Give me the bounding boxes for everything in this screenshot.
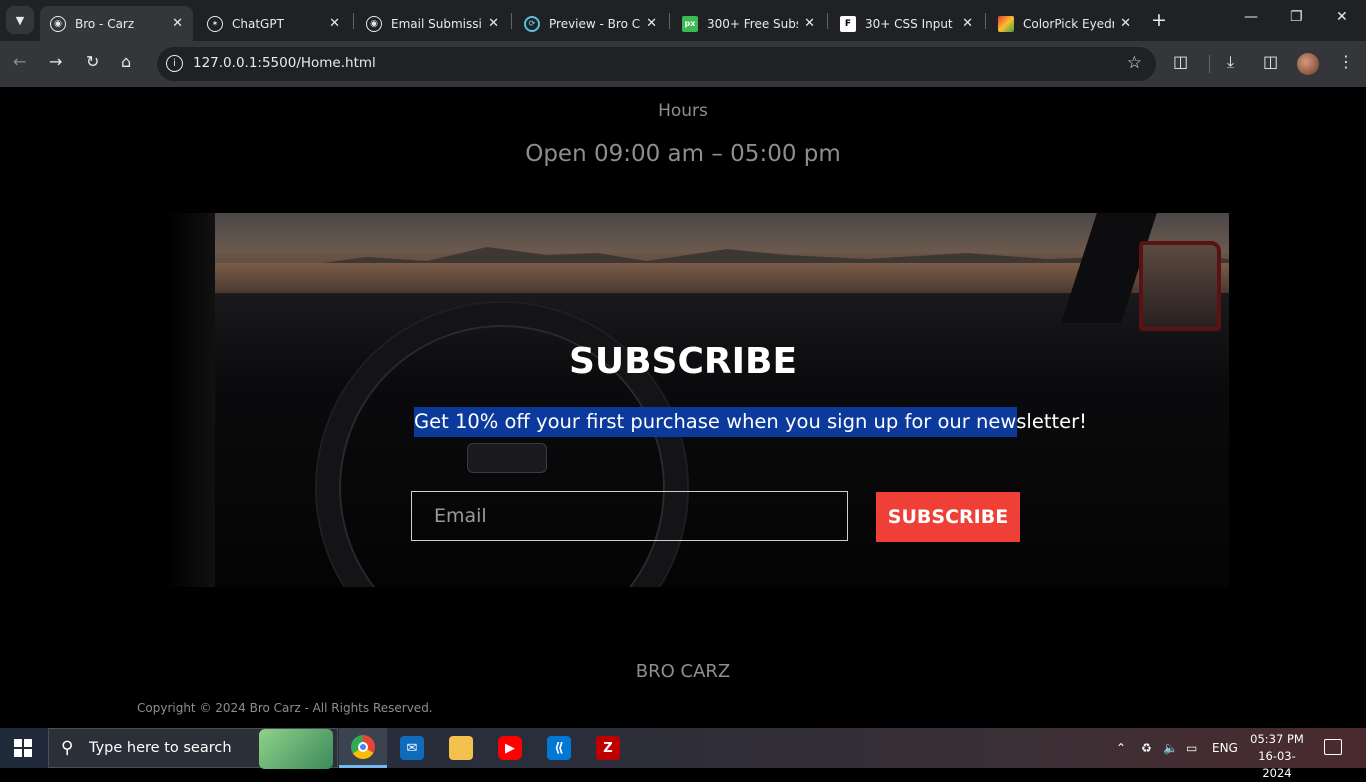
- arrow-left-icon[interactable]: ←: [13, 52, 26, 71]
- info-icon[interactable]: i: [166, 55, 183, 72]
- taskbar-youtube[interactable]: ▶: [486, 728, 534, 768]
- minimize-icon[interactable]: —: [1244, 9, 1258, 25]
- filezilla-icon: Z: [596, 736, 620, 760]
- tab-title: ChatGPT: [232, 16, 284, 31]
- tab-separator: [827, 13, 828, 29]
- reload-icon[interactable]: ↻: [86, 52, 99, 71]
- globe-icon: ◉: [50, 15, 66, 32]
- tab-free-subscribe[interactable]: px 300+ Free Subsc ✕: [672, 6, 825, 41]
- page-content: Hours Open 09:00 am – 05:00 pm SUBSCRIBE…: [0, 87, 1366, 728]
- preview-icon: ⟳: [524, 15, 540, 32]
- email-field[interactable]: [411, 491, 848, 541]
- close-icon[interactable]: ✕: [640, 16, 657, 31]
- browser-toolbar: ← → ↻ ⌂ i 127.0.0.1:5500/Home.html ☆ ◫ ⤓…: [0, 41, 1366, 87]
- windows-start-icon[interactable]: [14, 739, 32, 757]
- copyright-text: Copyright © 2024 Bro Carz - All Rights R…: [137, 701, 433, 715]
- taskbar-chrome[interactable]: [339, 728, 387, 768]
- notification-icon[interactable]: [1324, 739, 1342, 755]
- footer-brand: BRO CARZ: [635, 661, 731, 682]
- volume-icon[interactable]: 🔈: [1163, 728, 1178, 768]
- subscribe-text: Get 10% off your first purchase when you…: [414, 407, 1087, 437]
- tab-separator: [669, 13, 670, 29]
- close-icon[interactable]: ✕: [956, 16, 973, 31]
- profile-avatar[interactable]: [1297, 53, 1319, 75]
- side-panel-icon[interactable]: ◫: [1263, 52, 1278, 71]
- steering-hub: [467, 443, 547, 473]
- url-text[interactable]: 127.0.0.1:5500/Home.html: [193, 55, 376, 71]
- close-icon[interactable]: ✕: [323, 16, 340, 31]
- plus-icon[interactable]: +: [1151, 9, 1167, 31]
- search-icon: ⚲: [61, 738, 74, 758]
- clock-time: 05:37 PM: [1250, 732, 1304, 746]
- clock-date: 16-03-2024: [1258, 749, 1296, 780]
- folder-icon: [449, 736, 473, 760]
- language-indicator[interactable]: ENG: [1212, 728, 1238, 768]
- chrome-icon: [351, 734, 375, 759]
- search-highlight-image: [259, 729, 333, 769]
- tab-title: Preview - Bro Ca: [549, 16, 641, 31]
- tab-separator: [353, 13, 354, 29]
- hours-title: Hours: [658, 101, 708, 121]
- star-icon[interactable]: ☆: [1127, 53, 1142, 73]
- wifi-icon[interactable]: ♻: [1141, 728, 1152, 768]
- taskbar-vscode[interactable]: ⟪: [535, 728, 583, 768]
- close-icon[interactable]: ✕: [1114, 16, 1131, 31]
- tab-separator: [985, 13, 986, 29]
- tab-title: Email Submission: [391, 16, 482, 31]
- close-icon[interactable]: ✕: [798, 16, 815, 31]
- download-icon[interactable]: ⤓: [1227, 52, 1234, 72]
- close-icon[interactable]: ✕: [482, 16, 499, 31]
- globe-icon: ◉: [366, 15, 382, 32]
- taskbar-file-explorer[interactable]: [437, 728, 485, 768]
- tab-title: Bro - Carz: [75, 16, 135, 31]
- subscribe-title: SUBSCRIBE: [568, 341, 798, 382]
- taskbar-mail[interactable]: ✉: [388, 728, 436, 768]
- close-icon[interactable]: ✕: [1336, 9, 1348, 25]
- chevron-down-icon[interactable]: ▼: [6, 6, 34, 34]
- taskbar-search[interactable]: ⚲ Type here to search: [48, 728, 338, 769]
- address-bar[interactable]: i 127.0.0.1:5500/Home.html ☆: [157, 47, 1156, 81]
- puzzle-icon[interactable]: ◫: [1173, 52, 1188, 71]
- chatgpt-icon: ✶: [207, 15, 223, 32]
- home-icon[interactable]: ⌂: [121, 52, 131, 71]
- tab-title: 300+ Free Subsc: [707, 16, 798, 31]
- toolbar-separator: [1209, 55, 1210, 73]
- taskbar-filezilla[interactable]: Z: [584, 728, 632, 768]
- tab-title: ColorPick Eyedro: [1023, 16, 1115, 31]
- tab-separator: [511, 13, 512, 29]
- arrow-right-icon[interactable]: →: [49, 52, 62, 71]
- tab-preview-bro-carz[interactable]: ⟳ Preview - Bro Ca ✕: [514, 6, 667, 41]
- tab-css-input[interactable]: F 30+ CSS Input Te ✕: [830, 6, 983, 41]
- tab-title: 30+ CSS Input Te: [865, 16, 956, 31]
- colorpick-icon: [998, 15, 1014, 32]
- vscode-icon: ⟪: [547, 736, 571, 760]
- more-vertical-icon[interactable]: ⋮: [1338, 52, 1354, 71]
- banner-pillar: [167, 213, 215, 587]
- tab-colorpick[interactable]: ColorPick Eyedro ✕: [988, 6, 1141, 41]
- subscribe-button[interactable]: SUBSCRIBE: [876, 492, 1020, 542]
- mail-icon: ✉: [400, 736, 424, 760]
- freefrontend-icon: F: [840, 15, 856, 32]
- search-placeholder[interactable]: Type here to search: [89, 740, 232, 756]
- tab-bro-carz[interactable]: ◉ Bro - Carz ✕: [40, 6, 193, 41]
- taskbar-clock[interactable]: 05:37 PM 16-03-2024: [1244, 731, 1310, 782]
- chevron-up-icon[interactable]: ⌃: [1116, 728, 1126, 768]
- browser-tab-strip: ▼ ◉ Bro - Carz ✕ ✶ ChatGPT ✕ ◉ Email Sub…: [0, 0, 1366, 41]
- close-icon[interactable]: ✕: [166, 16, 183, 31]
- battery-icon[interactable]: ▭: [1186, 728, 1197, 768]
- youtube-icon: ▶: [498, 736, 522, 760]
- tab-email-submission[interactable]: ◉ Email Submission ✕: [356, 6, 509, 41]
- windows-taskbar: ⚲ Type here to search ✉ ▶ ⟪ Z ⌃ ♻ 🔈 ▭ EN…: [0, 728, 1366, 780]
- restore-icon[interactable]: ❐: [1290, 9, 1303, 25]
- tab-chatgpt[interactable]: ✶ ChatGPT ✕: [197, 6, 350, 41]
- hours-text: Open 09:00 am – 05:00 pm: [525, 141, 841, 167]
- pixel-icon: px: [682, 15, 698, 32]
- side-mirror: [1139, 241, 1221, 331]
